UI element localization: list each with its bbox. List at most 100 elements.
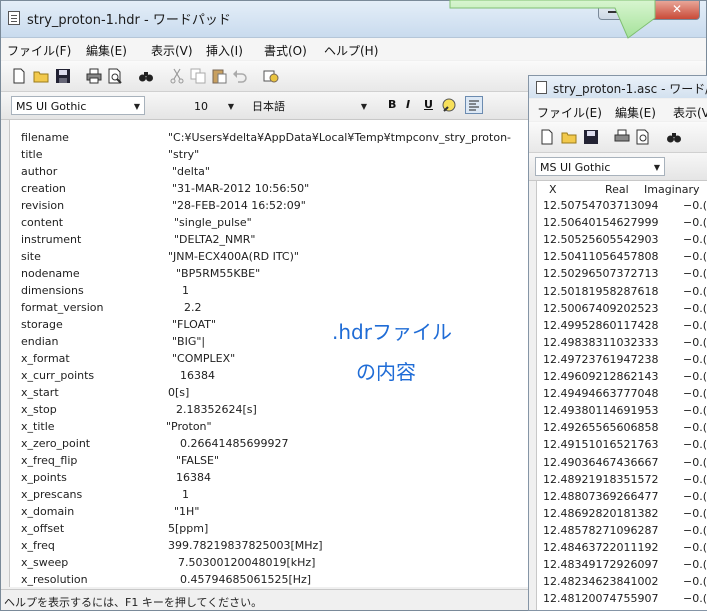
field-value: "BIG"|: [172, 335, 206, 348]
script-select[interactable]: 日本語 ▼: [247, 96, 372, 115]
menu-bar: ファイル(F) 編集(E) 表示(V) 挿入(I) 書式(O) ヘルプ(H): [1, 38, 706, 60]
field-value: 1: [182, 284, 189, 297]
print-preview-icon[interactable]: [107, 68, 123, 84]
data-row-real: −0.(: [683, 233, 707, 247]
field-key: nodename: [21, 267, 80, 280]
field-key: x_domain: [21, 505, 75, 518]
data-row-x: 12.50411056457808: [543, 250, 659, 264]
data-row-real: −0.(: [683, 267, 707, 281]
data-row-real: −0.(: [683, 250, 707, 264]
open-folder-icon[interactable]: [561, 129, 577, 145]
cut-icon[interactable]: [169, 68, 185, 84]
data-row-real: −0.(: [683, 318, 707, 332]
annotation-label-2: の内容: [356, 360, 416, 384]
field-key: endian: [21, 335, 59, 348]
data-row-x: 12.49380114691953: [543, 404, 659, 418]
open-folder-icon[interactable]: [33, 68, 49, 84]
field-value: "COMPLEX": [172, 352, 236, 365]
field-key: x_points: [21, 471, 67, 484]
print-preview-icon[interactable]: [635, 129, 651, 145]
field-key: x_prescans: [21, 488, 83, 501]
column-header-real: Real: [605, 183, 629, 196]
paste-icon[interactable]: [211, 68, 227, 84]
insert-datetime-icon[interactable]: [263, 68, 279, 84]
new-document-icon[interactable]: [11, 68, 27, 84]
align-left-icon[interactable]: [465, 96, 483, 114]
menu-file-2[interactable]: ファイル(E): [537, 104, 602, 121]
copy-icon[interactable]: [190, 68, 206, 84]
column-header-x: X: [549, 183, 557, 196]
menu-edit[interactable]: 編集(E): [86, 42, 127, 59]
field-value: 0.45794685061525[Hz]: [180, 573, 312, 586]
field-value: 2.18352624[s]: [176, 403, 257, 416]
field-key: site: [21, 250, 41, 263]
data-row-real: −0.(: [683, 575, 707, 589]
menu-view[interactable]: 表示(V): [151, 42, 193, 59]
data-row-x: 12.50754703713094: [543, 199, 659, 212]
document-content-2[interactable]: X Real Imaginary 12.50754703713094 −0.( 12…: [536, 181, 707, 610]
font-size-select[interactable]: 10 ▼: [189, 96, 239, 115]
data-row-real: −0.(: [683, 404, 707, 418]
print-icon[interactable]: [86, 68, 102, 84]
field-value: "delta": [172, 165, 210, 178]
field-value: 399.78219837825003[MHz]: [168, 539, 323, 552]
field-key: revision: [21, 199, 65, 212]
document-content[interactable]: filename "C:¥Users¥delta¥AppData¥Local¥Te…: [9, 120, 550, 587]
data-row-real: −0.(: [683, 284, 707, 298]
close-button[interactable]: ✕: [654, 1, 700, 20]
field-value: "FLOAT": [172, 318, 217, 331]
field-key: x_offset: [21, 522, 65, 535]
find-icon[interactable]: [138, 68, 154, 84]
field-key: x_curr_points: [21, 369, 95, 382]
title-bar-2[interactable]: stry_proton-1.asc - ワード/: [529, 76, 707, 98]
data-row-x: 12.50525605542903: [543, 233, 659, 247]
bold-button[interactable]: B: [388, 98, 396, 111]
data-row-x: 12.48921918351572: [543, 472, 659, 486]
field-key: instrument: [21, 233, 82, 246]
field-key: author: [21, 165, 58, 178]
field-key: x_zero_point: [21, 437, 91, 450]
new-document-icon[interactable]: [539, 129, 555, 145]
data-row-real: −0.(: [683, 541, 707, 554]
data-row-x: 12.48120074755907: [543, 592, 659, 606]
italic-button[interactable]: I: [406, 98, 410, 111]
menu-edit-2[interactable]: 編集(E): [615, 104, 656, 121]
field-value: "28-FEB-2014 16:52:09": [172, 199, 306, 212]
callout-pointer: [449, 0, 656, 39]
field-key: content: [21, 216, 64, 229]
find-icon[interactable]: [666, 129, 682, 145]
menu-format[interactable]: 書式(O): [264, 42, 307, 59]
font-name-select-2[interactable]: MS UI Gothic ▼: [535, 157, 665, 176]
save-icon[interactable]: [55, 68, 71, 84]
field-key: x_format: [21, 352, 70, 365]
save-icon[interactable]: [583, 129, 599, 145]
menu-file[interactable]: ファイル(F): [7, 42, 71, 59]
column-header-imaginary: Imaginary: [644, 183, 700, 196]
data-row-real: −0.(: [683, 438, 707, 452]
data-row-x: 12.49609212862143: [543, 370, 659, 383]
underline-button[interactable]: U: [424, 98, 433, 111]
data-row-x: 12.50296507372713: [543, 267, 659, 281]
print-icon[interactable]: [614, 129, 630, 145]
field-value: "DELTA2_NMR": [174, 233, 256, 246]
data-row-x: 12.49151016521763: [543, 438, 659, 452]
script-value: 日本語: [252, 100, 285, 113]
data-row-real: −0.(: [683, 352, 707, 366]
undo-icon[interactable]: [232, 68, 248, 84]
field-value: 16384: [176, 471, 211, 484]
data-row-real: −0.(: [683, 370, 707, 383]
color-icon[interactable]: [441, 97, 457, 113]
field-key: x_title: [21, 420, 55, 433]
chevron-down-icon: ▼: [360, 102, 367, 111]
data-row-real: −0.(: [683, 335, 707, 349]
menu-help[interactable]: ヘルプ(H): [324, 42, 378, 59]
menu-view-2[interactable]: 表示(V: [673, 104, 707, 121]
font-name-select[interactable]: MS UI Gothic ▼: [11, 96, 145, 115]
data-row-real: −0.(: [683, 558, 707, 572]
font-name-value-2: MS UI Gothic: [540, 161, 611, 174]
data-row-x: 12.48463722011192: [543, 541, 659, 554]
status-text: ヘルプを表示するには、F1 キーを押してください。: [4, 596, 263, 609]
field-key: x_freq_flip: [21, 454, 78, 467]
menu-insert[interactable]: 挿入(I): [206, 42, 243, 59]
data-row-real: −0.(: [683, 472, 707, 486]
